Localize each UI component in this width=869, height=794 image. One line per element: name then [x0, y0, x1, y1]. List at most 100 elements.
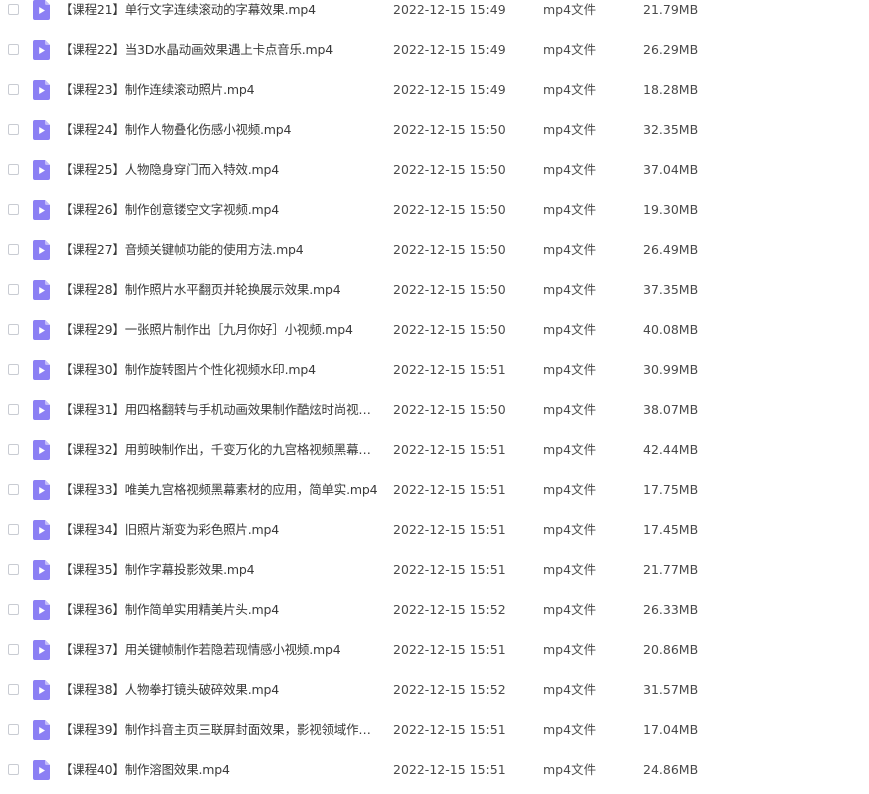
row-checkbox[interactable]: [8, 524, 19, 535]
row-checkbox[interactable]: [8, 484, 19, 495]
row-checkbox[interactable]: [8, 324, 19, 335]
file-row[interactable]: 【课程38】人物拳打镜头破碎效果.mp4 2022-12-15 15:52 mp…: [0, 670, 869, 710]
file-name[interactable]: 【课程38】人物拳打镜头破碎效果.mp4: [60, 670, 378, 710]
file-date: 2022-12-15 15:50: [393, 122, 506, 137]
row-checkbox[interactable]: [8, 684, 19, 695]
file-name[interactable]: 【课程28】制作照片水平翻页并轮换展示效果.mp4: [60, 270, 378, 310]
row-checkbox[interactable]: [8, 604, 19, 615]
file-size: 37.35MB: [643, 282, 699, 297]
file-type: mp4文件: [543, 202, 597, 217]
row-checkbox[interactable]: [8, 84, 19, 95]
row-checkbox[interactable]: [8, 204, 19, 215]
file-name[interactable]: 【课程33】唯美九宫格视频黑幕素材的应用，简单实.mp4: [60, 470, 378, 510]
row-checkbox[interactable]: [8, 164, 19, 175]
video-file-icon: [33, 360, 50, 380]
file-date: 2022-12-15 15:50: [393, 242, 506, 257]
row-checkbox[interactable]: [8, 444, 19, 455]
file-row[interactable]: 【课程23】制作连续滚动照片.mp4 2022-12-15 15:49 mp4文…: [0, 70, 869, 110]
video-file-icon: [33, 560, 50, 580]
file-size: 30.99MB: [643, 362, 699, 377]
file-type: mp4文件: [543, 242, 597, 257]
file-name[interactable]: 【课程30】制作旋转图片个性化视频水印.mp4: [60, 350, 378, 390]
video-file-icon: [33, 200, 50, 220]
file-type: mp4文件: [543, 322, 597, 337]
row-checkbox[interactable]: [8, 4, 19, 15]
video-file-icon: [33, 680, 50, 700]
file-size: 40.08MB: [643, 322, 699, 337]
file-name[interactable]: 【课程26】制作创意镂空文字视频.mp4: [60, 190, 378, 230]
file-row[interactable]: 【课程33】唯美九宫格视频黑幕素材的应用，简单实.mp4 2022-12-15 …: [0, 470, 869, 510]
video-file-icon: [33, 760, 50, 780]
file-date: 2022-12-15 15:50: [393, 162, 506, 177]
file-size: 26.33MB: [643, 602, 699, 617]
file-row[interactable]: 【课程30】制作旋转图片个性化视频水印.mp4 2022-12-15 15:51…: [0, 350, 869, 390]
file-date: 2022-12-15 15:50: [393, 282, 506, 297]
file-row[interactable]: 【课程37】用关键帧制作若隐若现情感小视频.mp4 2022-12-15 15:…: [0, 630, 869, 670]
file-type: mp4文件: [543, 362, 597, 377]
row-checkbox[interactable]: [8, 44, 19, 55]
file-row[interactable]: 【课程35】制作字幕投影效果.mp4 2022-12-15 15:51 mp4文…: [0, 550, 869, 590]
file-name[interactable]: 【课程27】音频关键帧功能的使用方法.mp4: [60, 230, 378, 270]
file-size: 24.86MB: [643, 762, 699, 777]
file-name[interactable]: 【课程39】制作抖音主页三联屏封面效果，影视领域作者...: [60, 710, 378, 750]
file-name[interactable]: 【课程23】制作连续滚动照片.mp4: [60, 70, 378, 110]
file-size: 21.79MB: [643, 2, 699, 17]
file-size: 38.07MB: [643, 402, 699, 417]
file-row[interactable]: 【课程24】制作人物叠化伤感小视频.mp4 2022-12-15 15:50 m…: [0, 110, 869, 150]
file-size: 32.35MB: [643, 122, 699, 137]
file-row[interactable]: 【课程28】制作照片水平翻页并轮换展示效果.mp4 2022-12-15 15:…: [0, 270, 869, 310]
row-checkbox[interactable]: [8, 764, 19, 775]
file-name[interactable]: 【课程29】一张照片制作出［九月你好］小视频.mp4: [60, 310, 378, 350]
file-row[interactable]: 【课程25】人物隐身穿门而入特效.mp4 2022-12-15 15:50 mp…: [0, 150, 869, 190]
file-name[interactable]: 【课程40】制作溶图效果.mp4: [60, 750, 378, 790]
file-row[interactable]: 【课程31】用四格翻转与手机动画效果制作酷炫时尚视频... 2022-12-15…: [0, 390, 869, 430]
file-row[interactable]: 【课程21】单行文字连续滚动的字幕效果.mp4 2022-12-15 15:49…: [0, 0, 869, 30]
file-date: 2022-12-15 15:49: [393, 2, 506, 17]
file-date: 2022-12-15 15:52: [393, 602, 506, 617]
file-name[interactable]: 【课程22】当3D水晶动画效果遇上卡点音乐.mp4: [60, 30, 378, 70]
row-checkbox[interactable]: [8, 644, 19, 655]
file-row[interactable]: 【课程34】旧照片渐变为彩色照片.mp4 2022-12-15 15:51 mp…: [0, 510, 869, 550]
file-type: mp4文件: [543, 762, 597, 777]
video-file-icon: [33, 80, 50, 100]
file-row[interactable]: 【课程26】制作创意镂空文字视频.mp4 2022-12-15 15:50 mp…: [0, 190, 869, 230]
row-checkbox[interactable]: [8, 284, 19, 295]
row-checkbox[interactable]: [8, 244, 19, 255]
file-row[interactable]: 【课程39】制作抖音主页三联屏封面效果，影视领域作者... 2022-12-15…: [0, 710, 869, 750]
video-file-icon: [33, 40, 50, 60]
video-file-icon: [33, 600, 50, 620]
file-row[interactable]: 【课程27】音频关键帧功能的使用方法.mp4 2022-12-15 15:50 …: [0, 230, 869, 270]
file-type: mp4文件: [543, 2, 597, 17]
file-date: 2022-12-15 15:51: [393, 722, 506, 737]
file-size: 20.86MB: [643, 642, 699, 657]
file-name[interactable]: 【课程36】制作简单实用精美片头.mp4: [60, 590, 378, 630]
row-checkbox[interactable]: [8, 364, 19, 375]
file-row[interactable]: 【课程36】制作简单实用精美片头.mp4 2022-12-15 15:52 mp…: [0, 590, 869, 630]
file-date: 2022-12-15 15:51: [393, 482, 506, 497]
file-name[interactable]: 【课程32】用剪映制作出，千变万化的九宫格视频黑幕素...: [60, 430, 378, 470]
file-type: mp4文件: [543, 722, 597, 737]
file-type: mp4文件: [543, 82, 597, 97]
row-checkbox[interactable]: [8, 724, 19, 735]
file-name[interactable]: 【课程21】单行文字连续滚动的字幕效果.mp4: [60, 0, 378, 30]
file-name[interactable]: 【课程34】旧照片渐变为彩色照片.mp4: [60, 510, 378, 550]
row-checkbox[interactable]: [8, 124, 19, 135]
file-date: 2022-12-15 15:52: [393, 682, 506, 697]
file-name[interactable]: 【课程25】人物隐身穿门而入特效.mp4: [60, 150, 378, 190]
file-name[interactable]: 【课程31】用四格翻转与手机动画效果制作酷炫时尚视频...: [60, 390, 378, 430]
file-type: mp4文件: [543, 442, 597, 457]
file-name[interactable]: 【课程37】用关键帧制作若隐若现情感小视频.mp4: [60, 630, 378, 670]
file-row[interactable]: 【课程29】一张照片制作出［九月你好］小视频.mp4 2022-12-15 15…: [0, 310, 869, 350]
file-row[interactable]: 【课程32】用剪映制作出，千变万化的九宫格视频黑幕素... 2022-12-15…: [0, 430, 869, 470]
file-name[interactable]: 【课程35】制作字幕投影效果.mp4: [60, 550, 378, 590]
file-date: 2022-12-15 15:50: [393, 402, 506, 417]
video-file-icon: [33, 120, 50, 140]
row-checkbox[interactable]: [8, 404, 19, 415]
video-file-icon: [33, 480, 50, 500]
file-size: 26.49MB: [643, 242, 699, 257]
file-row[interactable]: 【课程40】制作溶图效果.mp4 2022-12-15 15:51 mp4文件 …: [0, 750, 869, 790]
row-checkbox[interactable]: [8, 564, 19, 575]
file-size: 17.45MB: [643, 522, 699, 537]
file-name[interactable]: 【课程24】制作人物叠化伤感小视频.mp4: [60, 110, 378, 150]
file-row[interactable]: 【课程22】当3D水晶动画效果遇上卡点音乐.mp4 2022-12-15 15:…: [0, 30, 869, 70]
